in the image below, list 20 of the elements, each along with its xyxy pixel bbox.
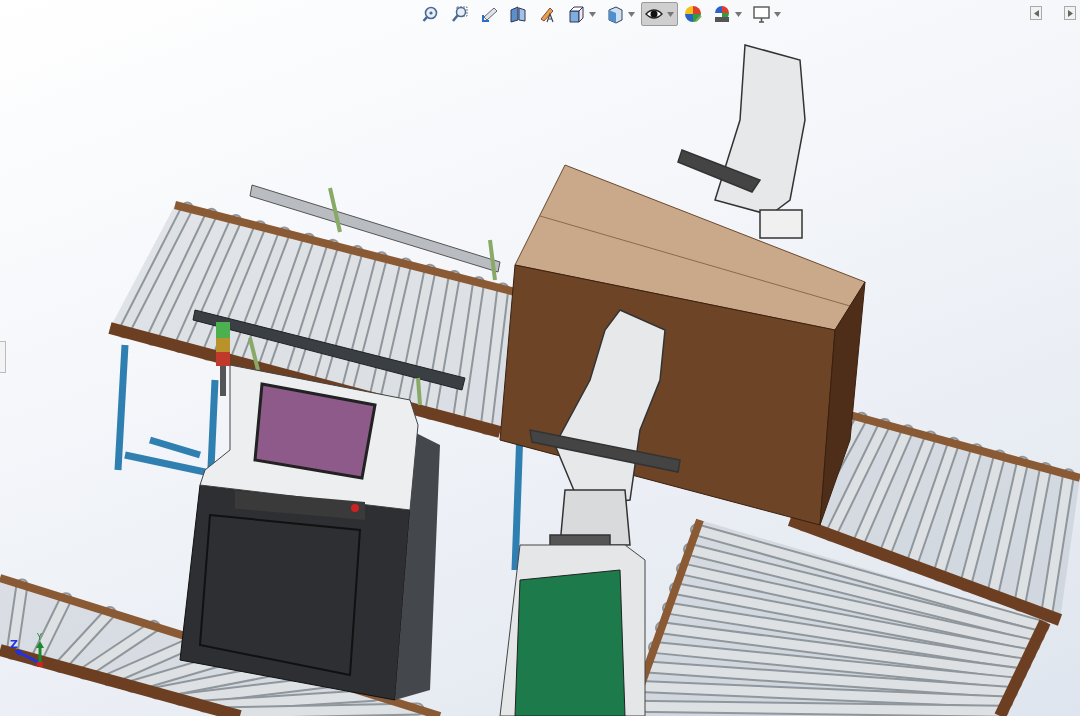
color-wheel-icon — [684, 4, 703, 24]
caret-icon — [628, 11, 635, 17]
axis-stub-icon — [37, 662, 43, 667]
caret-icon — [774, 11, 781, 17]
triangle-right-icon — [1067, 9, 1073, 17]
panel-toggle-button[interactable] — [1030, 6, 1042, 20]
axis-label: Y — [37, 633, 42, 642]
toolbar-button[interactable] — [641, 2, 678, 26]
color-wheel-icon — [713, 4, 732, 24]
panel-toggle-button[interactable] — [1064, 6, 1076, 20]
caret-icon — [667, 11, 674, 17]
caret-icon — [589, 11, 596, 17]
magnifier-icon — [451, 4, 470, 24]
cube-icon — [567, 4, 586, 24]
section-view-icon — [509, 4, 528, 24]
caret-icon — [735, 11, 742, 17]
triangle-left-icon — [1033, 9, 1039, 17]
axis-label: Z — [10, 638, 18, 651]
cube-icon — [606, 4, 625, 24]
monitor-icon — [752, 4, 771, 24]
